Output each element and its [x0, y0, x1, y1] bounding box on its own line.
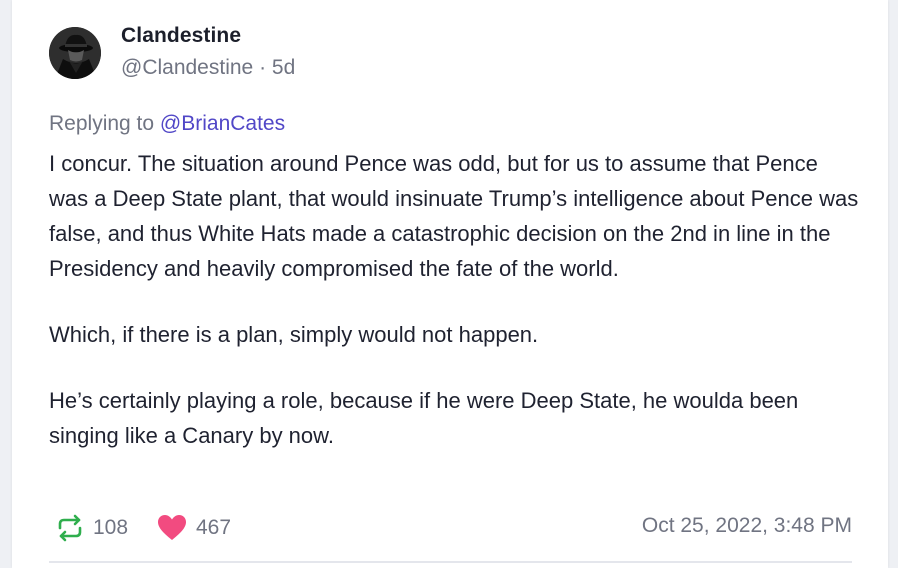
author-meta: @Clandestine · 5d — [121, 56, 295, 80]
author-display-name[interactable]: Clandestine — [121, 24, 241, 48]
like-count: 467 — [196, 516, 232, 539]
like-button[interactable]: 467 — [156, 508, 231, 548]
reply-context: Replying to @BrianCates — [49, 112, 285, 136]
reply-mention-link[interactable]: @BrianCates — [160, 112, 285, 135]
avatar[interactable] — [49, 27, 101, 79]
retweet-button[interactable]: 108 — [55, 508, 128, 548]
post-timestamp[interactable]: Oct 25, 2022, 3:48 PM — [642, 514, 852, 538]
post-age[interactable]: 5d — [272, 56, 295, 79]
spy-avatar-image — [49, 27, 101, 79]
retweet-icon — [58, 514, 82, 542]
post-footer: 108 467 Oct 25, 2022, 3:48 PM — [49, 508, 852, 548]
post-paragraph: Which, if there is a plan, simply would … — [49, 322, 539, 347]
retweet-count: 108 — [93, 516, 129, 539]
post-body: I concur. The situation around Pence was… — [49, 146, 859, 484]
footer-divider — [49, 561, 852, 563]
meta-separator: · — [259, 56, 267, 79]
author-handle[interactable]: @Clandestine — [121, 56, 253, 79]
reply-prefix: Replying to — [49, 112, 155, 135]
post-card: Clandestine @Clandestine · 5d Replying t… — [12, 0, 888, 568]
heart-icon — [158, 515, 186, 540]
post-paragraph: I concur. The situation around Pence was… — [49, 151, 859, 281]
post-paragraph: He’s certainly playing a role, because i… — [49, 388, 799, 448]
